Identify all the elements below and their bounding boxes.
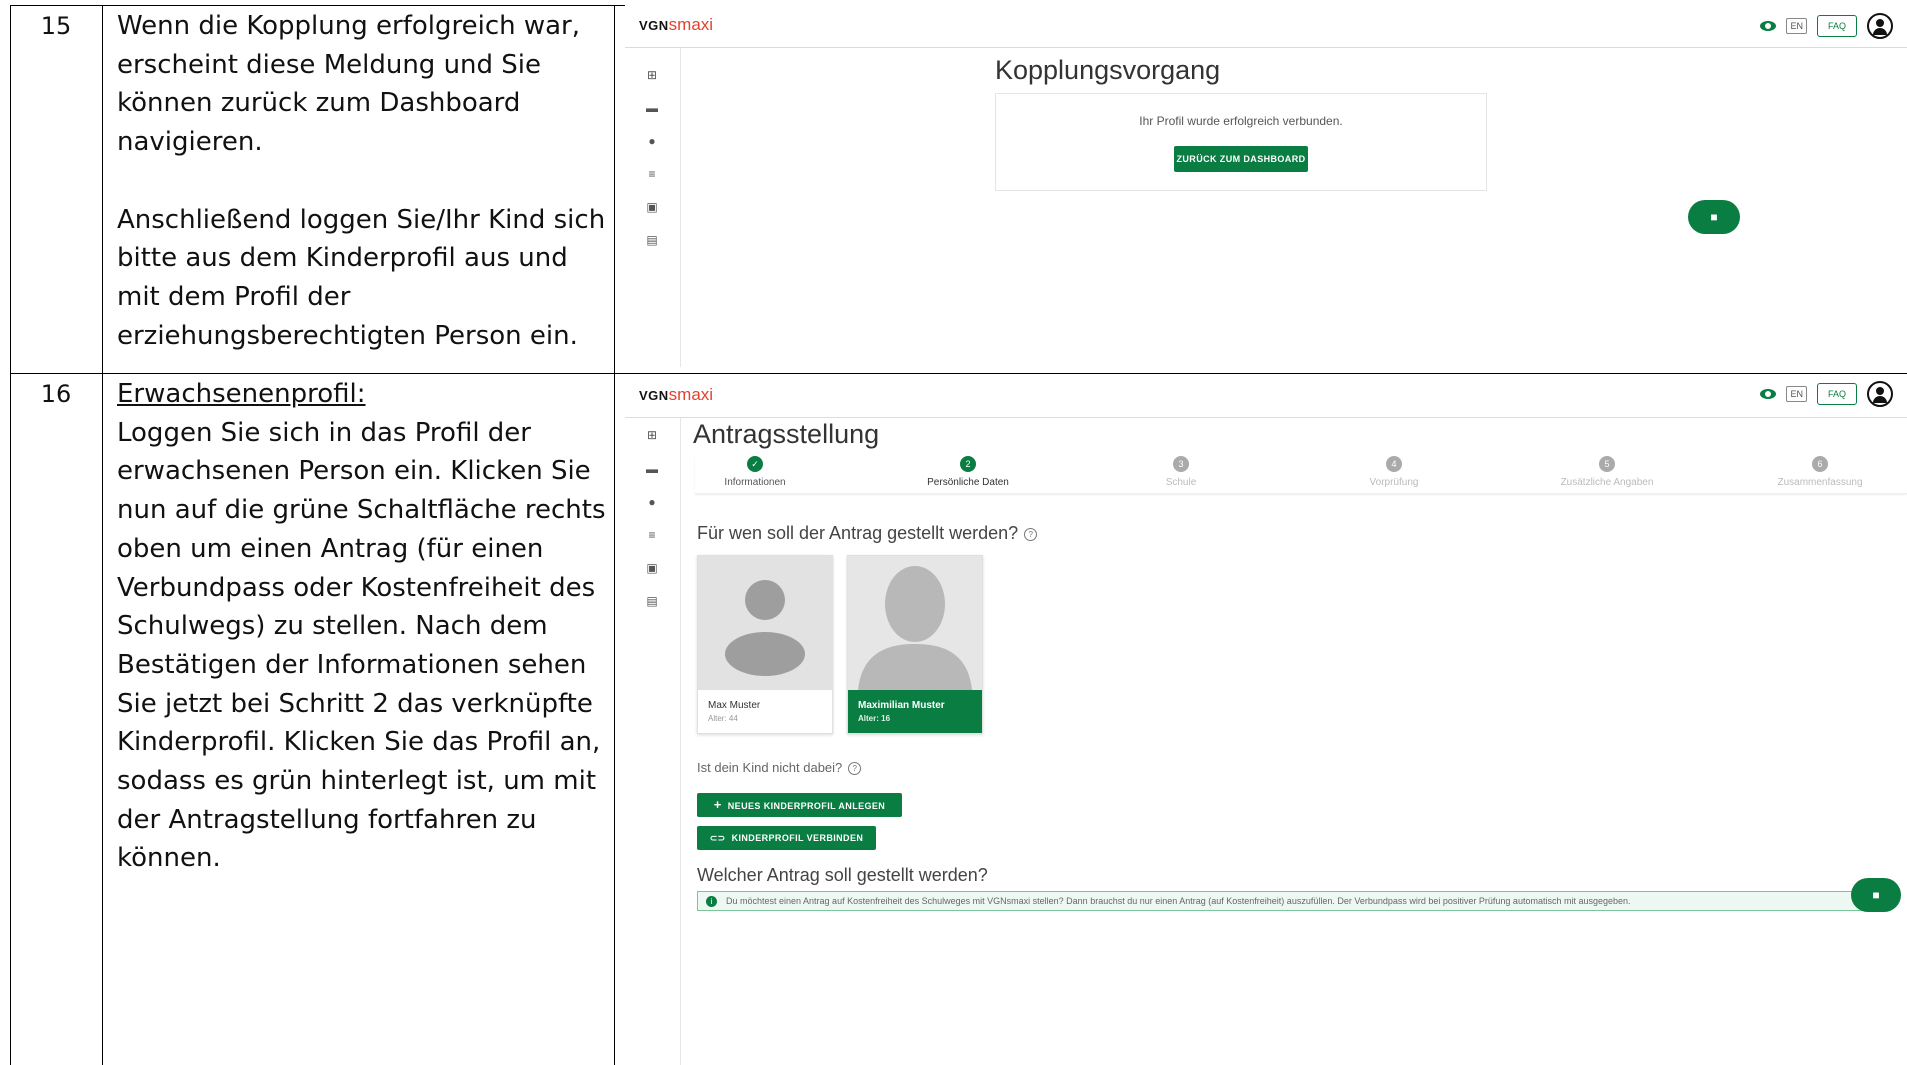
page-title: Kopplungsvorgang bbox=[995, 55, 1221, 85]
chat-fab-button[interactable]: ■ bbox=[1688, 200, 1740, 234]
link-icon: ⊂⊃ bbox=[709, 833, 726, 843]
screenshot-antrag: VGNsmaxi EN FAQ ⊞ ▬ ● ≡ ▣ ▤ Antragsstell… bbox=[625, 375, 1907, 1065]
eye-icon[interactable] bbox=[1760, 389, 1777, 399]
profile-name: Maximilian Muster bbox=[858, 700, 945, 711]
faq-button[interactable]: FAQ bbox=[1816, 383, 1857, 405]
step-dot: 6 bbox=[1812, 456, 1828, 472]
question-for-whom: Für wen soll der Antrag gestellt werden?… bbox=[697, 523, 1038, 544]
step-label: Zusätzliche Angaben bbox=[1560, 477, 1654, 488]
message-icon[interactable]: ▣ bbox=[645, 200, 659, 214]
step-label: Persönliche Daten bbox=[927, 477, 1009, 488]
help-icon[interactable]: ? bbox=[1024, 527, 1038, 541]
topbar-icons: EN FAQ bbox=[1760, 381, 1893, 407]
button-label: NEUES KINDERPROFIL ANLEGEN bbox=[727, 801, 886, 811]
chat-fab-button[interactable]: ■ bbox=[1851, 878, 1901, 912]
instruction-paragraph: Loggen Sie sich in das Profil der erwach… bbox=[117, 417, 606, 874]
step-dot: ✓ bbox=[747, 456, 763, 472]
app-topbar: VGNsmaxi EN FAQ bbox=[625, 5, 1907, 48]
screenshot-kopplung: VGNsmaxi EN FAQ ⊞ ▬ ● ≡ ▣ ▤ Kopplungsvor… bbox=[625, 5, 1907, 367]
table-border-left bbox=[10, 5, 11, 1065]
question-text: Für wen soll der Antrag gestellt werden? bbox=[697, 523, 1019, 543]
dashboard-icon[interactable]: ⊞ bbox=[645, 68, 659, 82]
person-list-icon[interactable]: ≡ bbox=[645, 528, 659, 542]
logo-vgn: VGN bbox=[639, 388, 669, 403]
person-silhouette-icon bbox=[848, 556, 982, 690]
language-button[interactable]: EN bbox=[1786, 18, 1807, 34]
step-label: Informationen bbox=[724, 477, 786, 488]
table-row-divider bbox=[10, 373, 1907, 374]
person-icon[interactable]: ● bbox=[645, 495, 659, 509]
step-dot: 3 bbox=[1173, 456, 1189, 472]
step-number: 15 bbox=[40, 12, 72, 40]
info-text: Du möchtest einen Antrag auf Kostenfreih… bbox=[726, 896, 1631, 906]
user-avatar-icon[interactable] bbox=[1867, 13, 1893, 39]
plus-icon: + bbox=[713, 797, 722, 812]
page-title: Antragsstellung bbox=[693, 419, 880, 449]
back-to-dashboard-button[interactable]: ZURÜCK ZUM DASHBOARD bbox=[1174, 146, 1308, 172]
chat-icon[interactable]: ▤ bbox=[645, 594, 659, 608]
eye-icon[interactable] bbox=[1760, 21, 1777, 31]
topbar-icons: EN FAQ bbox=[1760, 13, 1893, 39]
folder-icon[interactable]: ▬ bbox=[645, 462, 659, 476]
language-button[interactable]: EN bbox=[1786, 386, 1807, 402]
profile-age: Alter: 44 bbox=[708, 714, 738, 723]
instruction-table: 15 Wenn die Kopplung erfolgreich war, er… bbox=[10, 5, 1907, 1065]
profile-name: Max Muster bbox=[708, 700, 761, 711]
table-col-divider-2 bbox=[614, 5, 615, 1065]
person-icon[interactable]: ● bbox=[645, 134, 659, 148]
question-which-application: Welcher Antrag soll gestellt werden? bbox=[697, 865, 988, 885]
profile-card[interactable]: Max Muster Alter: 44 bbox=[697, 555, 833, 734]
step-number: 16 bbox=[40, 380, 72, 408]
person-list-icon[interactable]: ≡ bbox=[645, 167, 659, 181]
faq-button[interactable]: FAQ bbox=[1816, 15, 1857, 37]
step-label: Schule bbox=[1165, 477, 1197, 488]
info-icon: i bbox=[706, 896, 717, 907]
profile-card-selected[interactable]: Maximilian Muster Alter: 16 bbox=[847, 555, 983, 734]
step-dot: 5 bbox=[1599, 456, 1615, 472]
app-logo[interactable]: VGNsmaxi bbox=[639, 15, 713, 36]
step-instruction: Wenn die Kopplung erfolgreich war, ersch… bbox=[117, 7, 607, 355]
stepper-step[interactable]: 2 Persönliche Daten bbox=[878, 456, 1058, 488]
result-card: Ihr Profil wurde erfolgreich verbunden. … bbox=[995, 93, 1487, 191]
profile-age: Alter: 16 bbox=[858, 714, 891, 723]
stepper-step[interactable]: 3 Schule bbox=[1091, 456, 1271, 488]
stepper-step[interactable]: 5 Zusätzliche Angaben bbox=[1517, 456, 1697, 488]
logo-smaxi: smaxi bbox=[668, 385, 714, 404]
help-icon[interactable]: ? bbox=[848, 762, 862, 776]
instruction-heading: Erwachsenenprofil: bbox=[117, 379, 366, 409]
app-sidebar: ⊞ ▬ ● ≡ ▣ ▤ bbox=[625, 48, 681, 367]
instruction-paragraph: Anschließend loggen Sie/Ihr Kind sich bi… bbox=[117, 204, 606, 351]
info-banner: i Du möchtest einen Antrag auf Kostenfre… bbox=[697, 891, 1877, 911]
step-label: Zusammenfassung bbox=[1777, 477, 1863, 488]
stepper-step[interactable]: ✓ Informationen bbox=[665, 456, 845, 488]
selected-highlight bbox=[848, 690, 982, 733]
logo-smaxi: smaxi bbox=[668, 15, 714, 34]
success-message: Ihr Profil wurde erfolgreich verbunden. bbox=[1139, 114, 1343, 128]
avatar-placeholder-icon bbox=[698, 556, 832, 690]
question-child-missing: Ist dein Kind nicht dabei?? bbox=[697, 760, 862, 776]
folder-icon[interactable]: ▬ bbox=[645, 101, 659, 115]
instruction-paragraph: Wenn die Kopplung erfolgreich war, ersch… bbox=[117, 11, 581, 158]
app-sidebar: ⊞ ▬ ● ≡ ▣ ▤ bbox=[625, 418, 681, 1065]
dashboard-icon[interactable]: ⊞ bbox=[645, 428, 659, 442]
step-dot: 4 bbox=[1386, 456, 1402, 472]
new-child-profile-button[interactable]: + NEUES KINDERPROFIL ANLEGEN bbox=[697, 793, 902, 817]
question-text: Ist dein Kind nicht dabei? bbox=[697, 760, 843, 775]
step-instruction: Erwachsenenprofil: Loggen Sie sich in da… bbox=[117, 375, 607, 878]
app-topbar: VGNsmaxi EN FAQ bbox=[625, 375, 1907, 418]
step-label: Vorprüfung bbox=[1369, 477, 1419, 488]
stepper-step[interactable]: 4 Vorprüfung bbox=[1304, 456, 1484, 488]
stepper: ✓ Informationen 2 Persönliche Daten 3 Schul… bbox=[695, 456, 1907, 494]
chat-icon[interactable]: ▤ bbox=[645, 233, 659, 247]
app-logo[interactable]: VGNsmaxi bbox=[639, 385, 713, 406]
logo-vgn: VGN bbox=[639, 18, 669, 33]
stepper-step[interactable]: 6 Zusammenfassung bbox=[1730, 456, 1907, 488]
step-dot: 2 bbox=[960, 456, 976, 472]
message-icon[interactable]: ▣ bbox=[645, 561, 659, 575]
table-col-divider-1 bbox=[102, 5, 103, 1065]
user-avatar-icon[interactable] bbox=[1867, 381, 1893, 407]
button-label: KINDERPROFIL VERBINDEN bbox=[731, 833, 864, 843]
connect-child-profile-button[interactable]: ⊂⊃ KINDERPROFIL VERBINDEN bbox=[697, 826, 876, 850]
